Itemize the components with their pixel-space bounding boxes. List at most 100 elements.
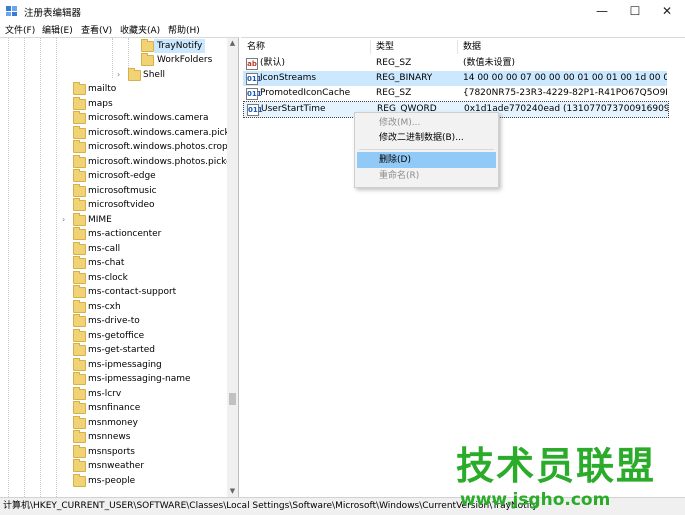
value-name: PromotedIconCache xyxy=(260,88,351,98)
tree-node-label: ms-ipmessaging xyxy=(88,359,162,370)
folder-icon xyxy=(73,430,86,443)
minimize-button[interactable]: — xyxy=(586,0,618,22)
tree-guide-line xyxy=(40,38,41,497)
menu-edit[interactable]: 编辑(E) xyxy=(42,23,73,36)
menu-bar: 文件(F) 编辑(E) 查看(V) 收藏夹(A) 帮助(H) xyxy=(0,22,685,36)
tree-node-label: microsoft.windows.photos.picker xyxy=(88,156,236,167)
value-name: IconStreams xyxy=(260,73,317,83)
tree-node-label: ms-actioncenter xyxy=(88,229,162,239)
tree-node-label: microsoft-edge xyxy=(88,171,156,181)
value-row[interactable]: 011 PromotedIconCache REG_SZ {7820NR75-2… xyxy=(243,86,667,101)
title-bar[interactable]: 注册表编辑器 — ☐ ✕ xyxy=(0,0,685,22)
watermark-logo-text: 技术员联盟 xyxy=(456,444,657,488)
maximize-button[interactable]: ☐ xyxy=(619,0,651,22)
folder-icon xyxy=(73,473,86,487)
binary-value-icon: 011 xyxy=(246,73,262,85)
context-menu-modify[interactable]: 修改(M)... xyxy=(357,115,496,131)
folder-icon xyxy=(73,285,86,298)
folder-icon xyxy=(73,96,86,110)
tree-guide-line xyxy=(112,38,113,78)
column-header-data[interactable]: 数据 xyxy=(463,38,481,56)
folder-icon xyxy=(73,256,86,269)
string-value-icon: ab xyxy=(246,58,258,70)
values-pane[interactable]: 名称 类型 数据 ab (默认) REG_SZ (数值未设置) 011 Icon… xyxy=(241,37,685,497)
window-title: 注册表编辑器 xyxy=(24,8,82,19)
tree-guide-line xyxy=(56,38,57,497)
tree-node-label: ms-cxh xyxy=(88,301,121,312)
scroll-down-icon[interactable]: ▼ xyxy=(227,486,238,497)
tree-node-label: msnsports xyxy=(88,446,135,457)
folder-icon xyxy=(73,343,86,356)
tree-node-label: msnweather xyxy=(88,461,145,471)
menu-item-label: 重命名(R) xyxy=(379,171,420,181)
regedit-app-icon xyxy=(6,6,17,16)
tree-guide-line xyxy=(8,38,9,497)
tree-node-label: microsoftmusic xyxy=(88,185,157,196)
scroll-up-icon[interactable]: ▲ xyxy=(227,38,238,49)
column-divider[interactable] xyxy=(370,40,371,54)
folder-icon xyxy=(73,328,86,342)
menu-item-label: 修改二进制数据(B)... xyxy=(379,133,464,143)
tree-node-label: msnnews xyxy=(88,432,131,442)
tree-node-label: WorkFolders xyxy=(157,55,213,65)
tree-node-label: TrayNotify xyxy=(154,39,206,53)
folder-icon xyxy=(73,270,86,284)
column-header-type[interactable]: 类型 xyxy=(376,38,394,56)
menu-help[interactable]: 帮助(H) xyxy=(168,23,200,36)
binary-value-icon: 011 xyxy=(247,104,263,116)
folder-icon xyxy=(73,140,86,153)
context-menu: 修改(M)... 修改二进制数据(B)... 删除(D) 重命名(R) xyxy=(354,112,499,188)
folder-icon xyxy=(141,53,154,66)
watermark-url: www.jsgho.com xyxy=(460,490,611,510)
folder-icon xyxy=(141,39,154,52)
chevron-right-icon[interactable]: › xyxy=(62,213,65,227)
tree-guide-line xyxy=(128,38,129,68)
context-menu-rename[interactable]: 重命名(R) xyxy=(357,168,496,184)
folder-icon xyxy=(73,314,86,327)
tree-node-label: mailto xyxy=(88,84,117,94)
folder-icon xyxy=(73,372,86,385)
folder-icon xyxy=(73,415,86,429)
folder-icon xyxy=(73,111,86,124)
folder-icon xyxy=(73,212,86,226)
folder-icon xyxy=(73,357,86,371)
folder-icon xyxy=(73,227,86,240)
value-type: REG_BINARY xyxy=(376,73,433,83)
menu-file[interactable]: 文件(F) xyxy=(5,23,35,36)
tree-node-label: microsoft.windows.camera xyxy=(88,113,209,123)
key-tree[interactable]: TrayNotify WorkFolders › Shell mailto map… xyxy=(0,37,239,497)
column-header-name[interactable]: 名称 xyxy=(247,38,265,56)
value-type: REG_SZ xyxy=(376,88,412,98)
column-divider[interactable] xyxy=(457,40,458,54)
watermark: 技术员联盟 www.jsgho.com xyxy=(456,444,685,514)
value-type: REG_SZ xyxy=(376,58,412,68)
menu-item-label: 修改(M)... xyxy=(379,118,421,128)
context-menu-delete[interactable]: 删除(D) xyxy=(357,152,496,168)
tree-node-label: maps xyxy=(88,98,113,109)
folder-icon xyxy=(73,459,86,472)
context-menu-modify-binary[interactable]: 修改二进制数据(B)... xyxy=(357,130,496,146)
tree-node-label: ms-people xyxy=(88,475,136,486)
tree-node-label: ms-clock xyxy=(88,272,128,283)
menu-view[interactable]: 查看(V) xyxy=(81,23,112,36)
folder-icon xyxy=(73,299,86,313)
folder-icon xyxy=(73,169,86,182)
scrollbar-thumb[interactable] xyxy=(229,393,236,405)
tree-node-label: Shell xyxy=(143,70,165,80)
tree-node-label: ms-getoffice xyxy=(88,330,145,341)
chevron-right-icon[interactable]: › xyxy=(117,68,120,82)
value-row[interactable]: ab (默认) REG_SZ (数值未设置) xyxy=(243,56,667,71)
tree-guide-line xyxy=(24,38,25,497)
tree-node-label: MIME xyxy=(88,214,112,225)
tree-node-label: microsoft.windows.camera.picke xyxy=(88,127,235,138)
tree-node-label: msnfinance xyxy=(88,403,141,413)
menu-favorites[interactable]: 收藏夹(A) xyxy=(120,23,160,36)
tree-scrollbar[interactable]: ▲ ▼ xyxy=(227,38,238,497)
value-row[interactable]: 011 IconStreams REG_BINARY 14 00 00 00 0… xyxy=(243,71,667,86)
menu-item-label: 删除(D) xyxy=(379,155,411,165)
folder-icon xyxy=(73,386,86,400)
folder-icon xyxy=(73,82,86,95)
tree-node-label: microsoftvideo xyxy=(88,200,155,210)
tree-node-label: ms-get-started xyxy=(88,345,155,355)
close-button[interactable]: ✕ xyxy=(651,0,683,22)
